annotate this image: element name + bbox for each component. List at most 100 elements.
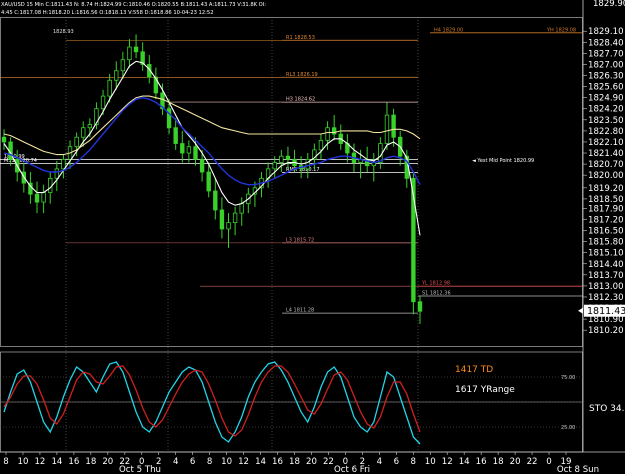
level-label: S1 1812.36	[422, 291, 451, 297]
candle-body	[279, 155, 284, 163]
candle-body	[186, 146, 192, 154]
time-tick-label: 10	[18, 457, 29, 467]
price-tick-label: 1810.20	[588, 326, 624, 336]
candle-body	[193, 146, 198, 160]
time-tick-label: 16	[272, 457, 283, 467]
time-tick-label: 0	[546, 457, 551, 467]
candle-body	[74, 136, 79, 148]
time-tick-label: 14	[51, 457, 62, 467]
partial-top-price-label: 1829.90	[593, 0, 625, 9]
candle-body	[120, 59, 126, 72]
price-tick-label: 1824.90	[588, 94, 624, 104]
prev-day-high-label: 1828.93	[53, 29, 74, 35]
time-tick-label: 8	[207, 457, 212, 467]
price-tick-label: 1815.10	[588, 249, 624, 259]
candle-body	[226, 222, 231, 230]
candle-body	[61, 158, 66, 170]
time-tick-label: 6	[190, 457, 195, 467]
candle-body	[41, 192, 46, 203]
candle-body	[107, 79, 112, 97]
time-tick-label: 18	[85, 457, 96, 467]
oscillator-panel: 75.00 25.00	[0, 351, 583, 453]
moving-averages	[3, 60, 421, 236]
candle-body	[417, 301, 423, 312]
candle-body	[305, 158, 310, 170]
price-tick-label: 1828.40	[588, 38, 624, 48]
candle-body	[180, 143, 185, 154]
level-label: R1 1828.53	[286, 35, 315, 41]
time-tick-label: 12	[34, 457, 45, 467]
td-label: 1417 TD	[455, 365, 493, 375]
time-tick-label: 8	[3, 457, 8, 467]
price-tick-label: 1816.50	[588, 227, 624, 237]
candle-body	[391, 114, 396, 138]
candle-body	[173, 127, 178, 144]
price-tick-label: 1827.00	[588, 60, 624, 70]
last-price-label: 1811.43	[587, 306, 625, 317]
ma-fast-line	[3, 60, 421, 236]
price-tick-label: 1829.10	[588, 27, 624, 37]
candle-body	[100, 95, 106, 110]
price-tick-label: 1813.00	[588, 282, 624, 292]
time-axis: 8 10 12 14 16 18 20 22 0 2 4 6 8 10 12 14 16 18 20 22 0 2 4 6 8 1…	[0, 451, 625, 474]
candle-body	[213, 190, 218, 211]
price-tick-label: 1817.20	[588, 215, 624, 225]
level-label: H4 1829.00	[434, 27, 463, 33]
price-tick-label: 1822.10	[588, 138, 624, 148]
price-tick-label: 1825.60	[588, 83, 624, 93]
level-label: L3 1815.72	[286, 237, 314, 243]
time-tick-label: 16	[476, 457, 487, 467]
header-line-2: 4:45 C:1817.08 H:1818.20 L:1816.56 O:181…	[1, 10, 214, 16]
price-tick-label: 1817.90	[588, 204, 624, 214]
candle-body	[34, 193, 40, 203]
day-label: Oct 8 Sun	[557, 465, 599, 474]
price-axis: 1829.101828.401827.701827.00 1826.301825.…	[578, 0, 625, 452]
price-tick-label: 1823.50	[588, 116, 624, 126]
header-line-1: XAU/USD 15 Min C:1811.43 N: 8.74 H:1824.…	[1, 2, 266, 8]
time-tick-label: 12	[442, 457, 453, 467]
time-tick-label: 18	[493, 457, 504, 467]
price-tick-label: 1826.30	[588, 72, 624, 82]
chart-canvas: H4 1829.00 YH 1829.08 R1 1828.53 RL3 1826.1…	[0, 0, 625, 474]
candle-body	[285, 155, 291, 160]
time-tick-label: 20	[510, 457, 521, 467]
stoch-k-line	[3, 361, 421, 445]
level-right-label: YH 1829.08	[546, 27, 576, 33]
price-tick-label: 1812.30	[588, 293, 624, 303]
price-tick-label: 1820.00	[588, 171, 624, 181]
oscillator-tick-label: 75.00	[561, 375, 575, 381]
price-panel-frame	[0, 17, 583, 347]
day-label: Oct 5 Thu	[119, 465, 161, 474]
level-label: YL 1812.98	[421, 281, 450, 287]
time-tick-label: 22	[323, 457, 334, 467]
time-tick-label: 4	[173, 457, 178, 467]
candle-body	[54, 168, 60, 179]
candle-body	[127, 46, 132, 61]
oscillator-tick-label: 25.00	[561, 425, 575, 431]
price-tick-label: 1824.20	[588, 105, 624, 115]
candle-body	[325, 127, 330, 141]
time-tick-label: 16	[68, 457, 79, 467]
candle-body	[232, 212, 238, 224]
time-tick-label: 14	[255, 457, 266, 467]
day-label: Oct 6 Fri	[334, 465, 370, 474]
price-tick-label: 1821.40	[588, 149, 624, 159]
candle-body	[384, 114, 390, 144]
time-tick-label: 12	[238, 457, 249, 467]
candle-body	[219, 209, 225, 230]
last-price-arrow	[578, 307, 583, 314]
price-tick-label: 1813.70	[588, 271, 624, 281]
price-tick-label: 1822.80	[588, 127, 624, 137]
candle-body	[272, 162, 277, 170]
mid-point-label: ◄ Yest Mid Point 1820.99	[472, 158, 534, 164]
time-tick-label: 20	[102, 457, 113, 467]
time-tick-label: 8	[411, 457, 416, 467]
level-label: RL3 1826.19	[286, 72, 318, 78]
time-tick-label: 22	[527, 457, 538, 467]
candle-body	[81, 127, 86, 138]
candle-body	[114, 70, 119, 81]
price-tick-label: 1814.40	[588, 260, 624, 270]
candle-body	[199, 158, 205, 173]
stoch-d-line	[3, 365, 421, 437]
time-tick-label: 18	[289, 457, 300, 467]
